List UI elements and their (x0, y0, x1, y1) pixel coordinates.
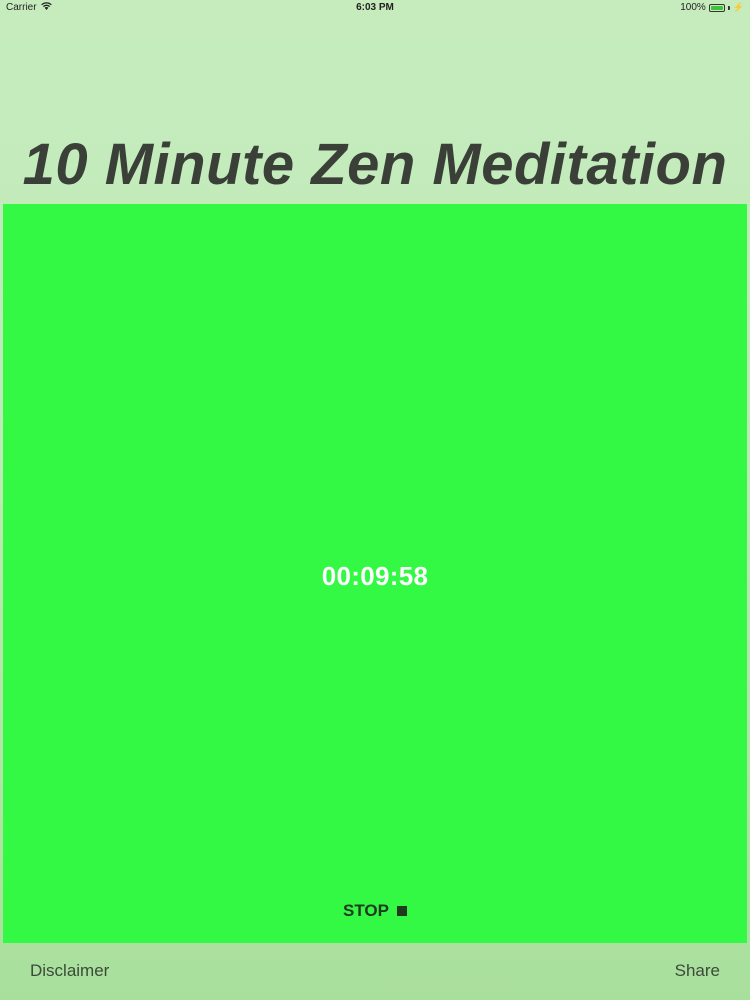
meditation-panel: 00:09:58 STOP (3, 204, 747, 943)
stop-square-icon (396, 906, 407, 916)
bottom-bar: Disclaimer Share (0, 943, 750, 1000)
status-right: 100% ⚡ (680, 2, 744, 13)
battery-percent: 100% (680, 2, 706, 13)
status-bar: Carrier 6:03 PM 100% ⚡ (0, 0, 750, 16)
timer-display: 00:09:58 (321, 561, 429, 591)
battery-tip (727, 5, 730, 10)
stop-button[interactable]: STOP (3, 901, 747, 921)
battery-fill (710, 5, 723, 10)
status-time: 6:03 PM (356, 2, 394, 13)
stop-label: STOP (343, 901, 389, 920)
page-title: 10 Minute Zen Meditation (22, 131, 728, 197)
disclaimer-button[interactable]: Disclaimer (30, 961, 109, 981)
charging-bolt-icon: ⚡ (732, 2, 744, 12)
battery-icon (708, 3, 725, 12)
share-button[interactable]: Share (675, 961, 720, 981)
